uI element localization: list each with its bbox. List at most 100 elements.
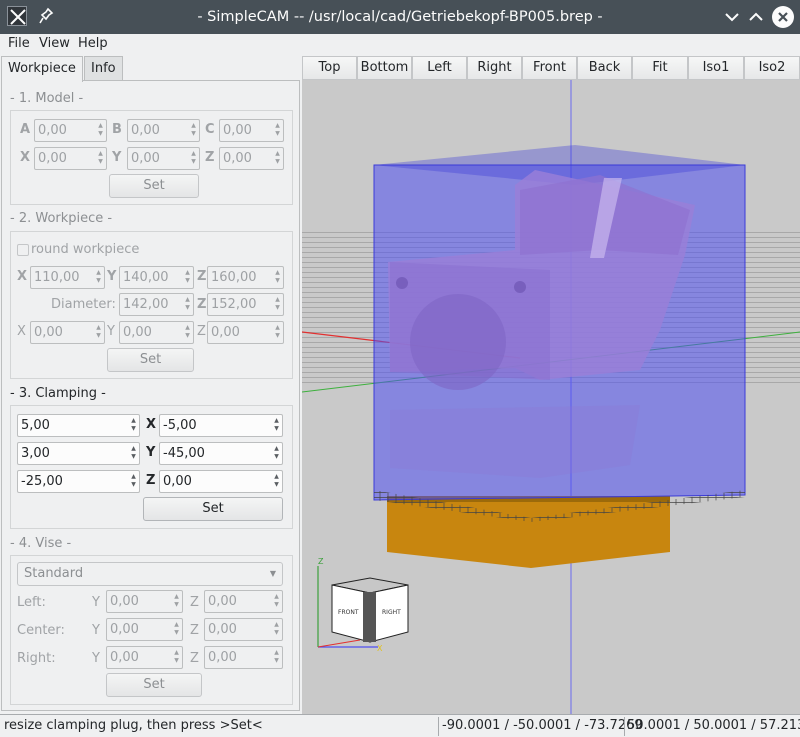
vise-left-z-field[interactable]: 0,00 ▲ ▼ — [204, 590, 283, 613]
round-workpiece-checkbox[interactable] — [17, 244, 29, 256]
workpiece-set-button[interactable]: Set — [107, 348, 194, 372]
workpiece-panel: - 1. Model - A 0,00 ▲ ▼ B 0,00 ▲ ▼ C 0,00 ▲ ▼ … — [1, 80, 300, 711]
clamping-y-label: Y — [146, 445, 156, 460]
3d-viewport[interactable]: FRONT RIGHT Z X — [302, 80, 800, 714]
tab-info[interactable]: Info — [84, 56, 123, 81]
app-icon[interactable] — [7, 6, 27, 26]
offset-y-field[interactable]: 0,00 ▲ ▼ — [119, 321, 194, 344]
spin-arrows-icon[interactable]: ▲ ▼ — [273, 593, 280, 610]
view-toolbar: Top Bottom Left Right Front Back Fit Iso… — [302, 56, 800, 80]
viewcube-right-label: RIGHT — [382, 609, 401, 616]
spin-arrows-icon[interactable]: ▲ ▼ — [273, 649, 280, 666]
model-x-field[interactable]: 0,00 ▲ ▼ — [34, 147, 107, 170]
status-position-2: 50.0001 / 50.0001 / 57.2136 — [627, 718, 800, 733]
model-c-field[interactable]: 0,00 ▲ ▼ — [219, 119, 284, 142]
view-right-button[interactable]: Right — [467, 56, 522, 80]
spin-arrows-icon[interactable]: ▲ ▼ — [273, 445, 280, 462]
spin-arrows-icon[interactable]: ▲ ▼ — [274, 150, 281, 167]
vise-right-z-field[interactable]: 0,00 ▲ ▼ — [204, 646, 283, 669]
menu-view[interactable]: View — [39, 36, 70, 51]
diameter-field[interactable]: 142,00 ▲ ▼ — [119, 293, 194, 316]
offset-z-field[interactable]: 0,00 ▲ ▼ — [207, 321, 284, 344]
vise-left-y-label: Y — [92, 595, 100, 610]
workpiece-y-field[interactable]: 140,00 ▲ ▼ — [119, 266, 194, 289]
vise-left-z-label: Z — [190, 595, 199, 610]
spin-arrows-icon[interactable]: ▲ ▼ — [95, 269, 102, 286]
spin-arrows-icon[interactable]: ▲ ▼ — [184, 296, 191, 313]
round-workpiece-label: round workpiece — [31, 242, 140, 257]
pin-icon[interactable] — [38, 6, 54, 26]
clamping-section-title: - 3. Clamping - — [10, 386, 106, 401]
spin-arrows-icon[interactable]: ▲ ▼ — [274, 324, 281, 341]
spin-arrows-icon[interactable]: ▲ ▼ — [274, 122, 281, 139]
view-cube[interactable]: FRONT RIGHT — [331, 577, 409, 643]
view-iso2-button[interactable]: Iso2 — [744, 56, 800, 80]
spin-arrows-icon[interactable]: ▲ ▼ — [173, 593, 180, 610]
menu-file[interactable]: File — [8, 36, 30, 51]
view-iso1-button[interactable]: Iso1 — [688, 56, 744, 80]
workpiece-x-field[interactable]: 110,00 ▲ ▼ — [30, 266, 105, 289]
clamping-x-field[interactable]: -5,00 ▲ ▼ — [159, 414, 283, 437]
model-section-title: - 1. Model - — [10, 91, 84, 106]
spin-arrows-icon[interactable]: ▲ ▼ — [190, 150, 197, 167]
spin-arrows-icon[interactable]: ▲ ▼ — [97, 122, 104, 139]
spin-arrows-icon[interactable]: ▲ ▼ — [97, 150, 104, 167]
vise-center-y-label: Y — [92, 623, 100, 638]
view-bottom-button[interactable]: Bottom — [357, 56, 412, 80]
offset-z-label: Z — [197, 324, 206, 339]
spin-arrows-icon[interactable]: ▲ ▼ — [274, 296, 281, 313]
vise-center-y-field[interactable]: 0,00 ▲ ▼ — [106, 618, 183, 641]
spin-arrows-icon[interactable]: ▲ ▼ — [273, 473, 280, 490]
vise-set-button[interactable]: Set — [106, 673, 202, 697]
model-set-button[interactable]: Set — [109, 174, 199, 198]
minimize-icon[interactable] — [721, 6, 743, 28]
spin-arrows-icon[interactable]: ▲ ▼ — [130, 473, 137, 490]
view-back-button[interactable]: Back — [577, 56, 632, 80]
spin-arrows-icon[interactable]: ▲ ▼ — [184, 324, 191, 341]
vise-center-z-label: Z — [190, 623, 199, 638]
vise-select[interactable]: Standard ▼ — [17, 562, 283, 586]
vise-left-label: Left: — [17, 595, 46, 610]
workpiece-y-label: Y — [107, 269, 117, 284]
spin-arrows-icon[interactable]: ▲ ▼ — [130, 417, 137, 434]
menu-help[interactable]: Help — [78, 36, 108, 51]
spin-arrows-icon[interactable]: ▲ ▼ — [273, 417, 280, 434]
view-front-button[interactable]: Front — [522, 56, 577, 80]
offset-x-field[interactable]: 0,00 ▲ ▼ — [30, 321, 105, 344]
view-top-button[interactable]: Top — [302, 56, 357, 80]
spin-arrows-icon[interactable]: ▲ ▼ — [190, 122, 197, 139]
spin-arrows-icon[interactable]: ▲ ▼ — [274, 269, 281, 286]
workpiece-z-field[interactable]: 160,00 ▲ ▼ — [207, 266, 284, 289]
diameter-z-field[interactable]: 152,00 ▲ ▼ — [207, 293, 284, 316]
clamping-set-button[interactable]: Set — [143, 497, 283, 521]
spin-arrows-icon[interactable]: ▲ ▼ — [273, 621, 280, 638]
vise-right-y-field[interactable]: 0,00 ▲ ▼ — [106, 646, 183, 669]
clamping-z-field[interactable]: 0,00 ▲ ▼ — [159, 470, 283, 493]
clamping-y-field[interactable]: -45,00 ▲ ▼ — [159, 442, 283, 465]
view-left-button[interactable]: Left — [412, 56, 467, 80]
clamping-left-field-3[interactable]: -25,00 ▲ ▼ — [17, 470, 140, 493]
model-b-field[interactable]: 0,00 ▲ ▼ — [127, 119, 200, 142]
model-a-field[interactable]: 0,00 ▲ ▼ — [34, 119, 107, 142]
chevron-down-icon: ▼ — [269, 569, 276, 578]
spin-arrows-icon[interactable]: ▲ ▼ — [130, 445, 137, 462]
spin-arrows-icon[interactable]: ▲ ▼ — [173, 649, 180, 666]
menu-bar: File View Help — [0, 34, 800, 54]
clamping-left-field-2[interactable]: 3,00 ▲ ▼ — [17, 442, 140, 465]
view-fit-button[interactable]: Fit — [632, 56, 688, 80]
vise-center-z-field[interactable]: 0,00 ▲ ▼ — [204, 618, 283, 641]
workpiece-section-title: - 2. Workpiece - — [10, 211, 113, 226]
close-icon[interactable] — [772, 6, 794, 28]
spin-arrows-icon[interactable]: ▲ ▼ — [173, 621, 180, 638]
diameter-label: Diameter: — [51, 297, 116, 312]
status-message: resize clamping plug, then press >Set< — [4, 718, 263, 733]
spin-arrows-icon[interactable]: ▲ ▼ — [95, 324, 102, 341]
vise-left-y-field[interactable]: 0,00 ▲ ▼ — [106, 590, 183, 613]
model-y-field[interactable]: 0,00 ▲ ▼ — [127, 147, 200, 170]
model-z-field[interactable]: 0,00 ▲ ▼ — [219, 147, 284, 170]
tab-workpiece[interactable]: Workpiece — [1, 56, 83, 82]
spin-arrows-icon[interactable]: ▲ ▼ — [184, 269, 191, 286]
maximize-icon[interactable] — [745, 6, 767, 28]
clamping-z-label: Z — [146, 473, 156, 488]
clamping-left-field-1[interactable]: 5,00 ▲ ▼ — [17, 414, 140, 437]
